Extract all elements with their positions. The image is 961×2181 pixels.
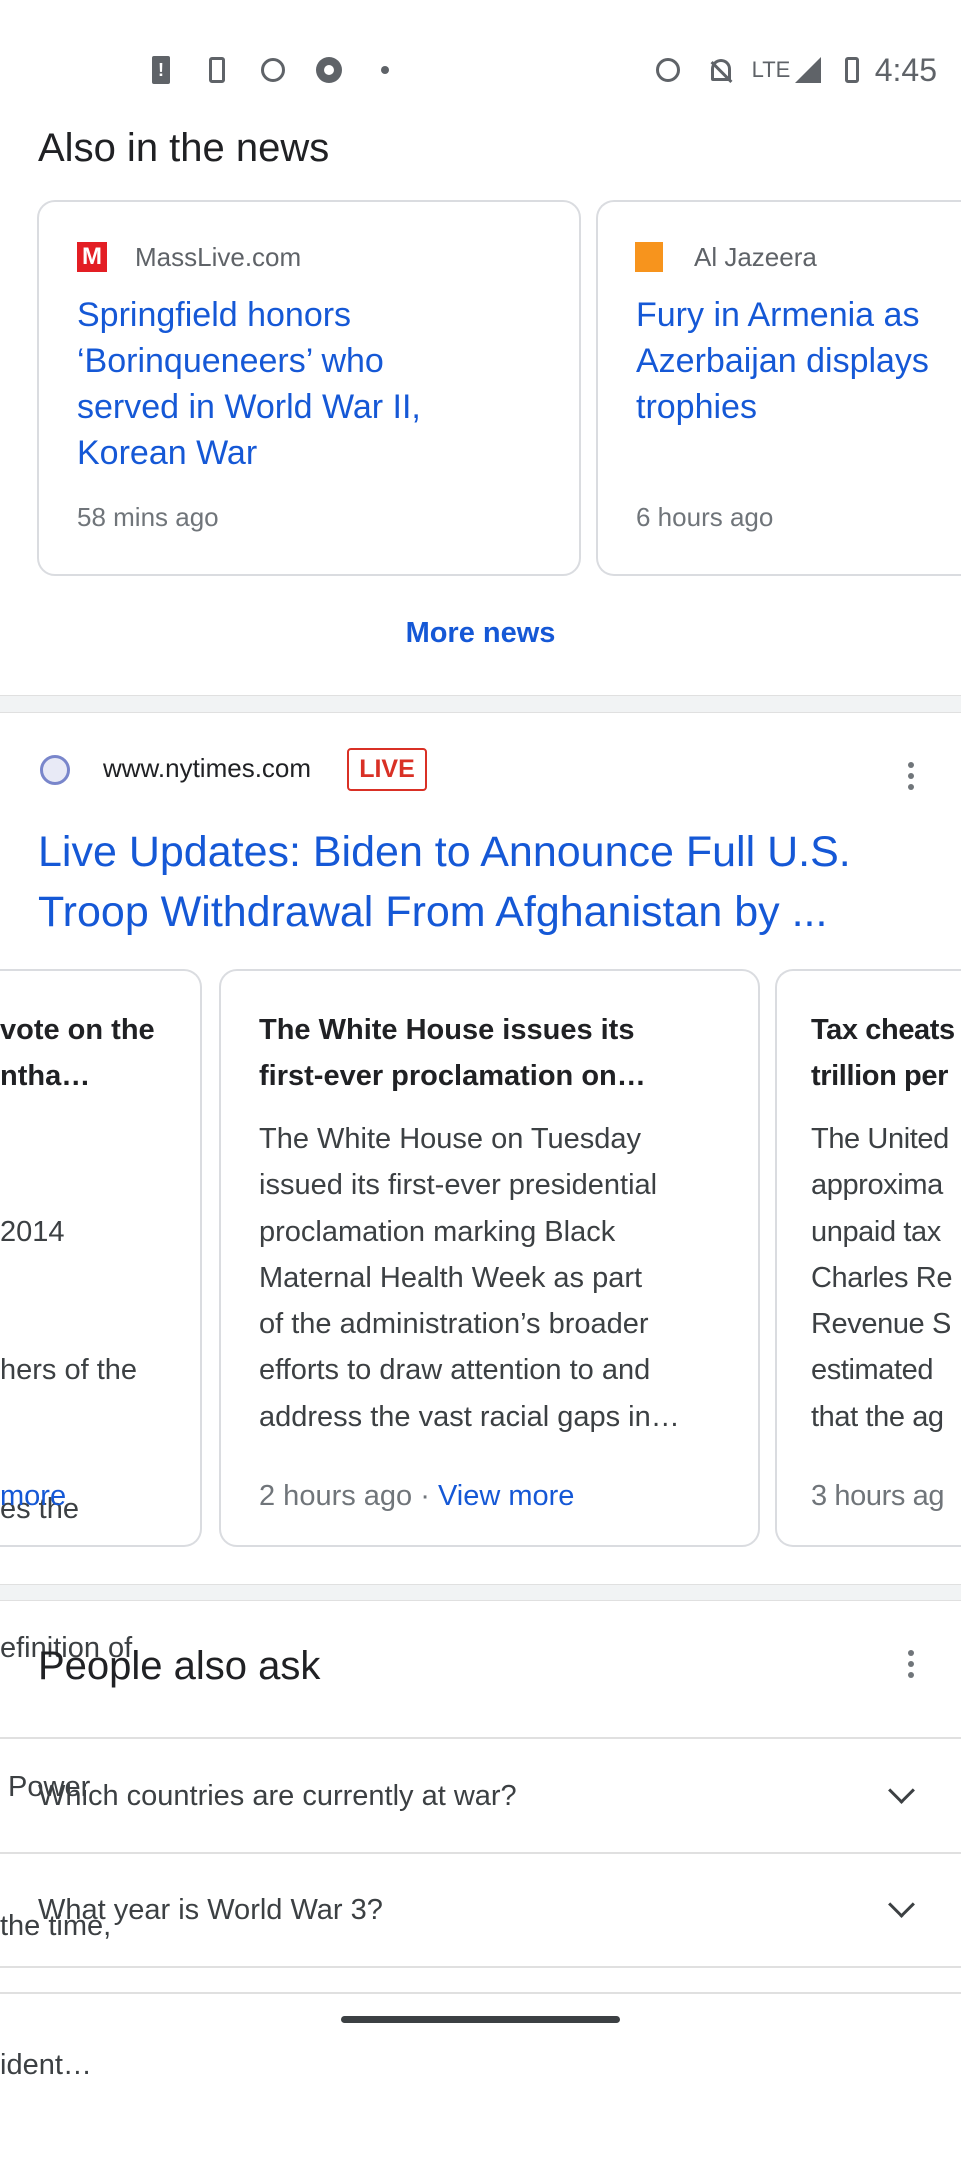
news-card[interactable]: Al Jazeera Fury in Armenia as Azerbaijan… bbox=[596, 200, 961, 576]
snippet-line: efforts to draw attention to and bbox=[259, 1354, 651, 1387]
title-line: ntha… bbox=[0, 1060, 91, 1092]
news-source: Al Jazeera bbox=[694, 242, 817, 272]
clock: 4:45 bbox=[874, 52, 937, 88]
snippet-line: 2014 bbox=[0, 1215, 65, 1248]
chrome-icon bbox=[314, 56, 344, 84]
story-card[interactable]: The White House issues its first-ever pr… bbox=[219, 969, 760, 1547]
alarm-icon bbox=[653, 56, 683, 84]
news-title[interactable]: Fury in Armenia as Azerbaijan displays t… bbox=[636, 292, 929, 430]
people-also-ask-title: People also ask bbox=[38, 1644, 321, 1688]
story-time: 2 hours ago bbox=[259, 1480, 413, 1512]
view-more-link[interactable]: View more bbox=[438, 1480, 574, 1512]
alarm-icon bbox=[258, 56, 288, 84]
snippet-line: Revenue S bbox=[811, 1308, 951, 1341]
snippet-line: proclamation marking Black bbox=[259, 1215, 616, 1248]
question-item[interactable]: What year is World War 3? bbox=[0, 1854, 961, 1966]
masslive-logo-icon: M bbox=[77, 242, 107, 272]
dot-icon bbox=[380, 56, 390, 84]
question-text: Which countries are currently at war? bbox=[38, 1780, 517, 1812]
title-line: served in World War II, bbox=[77, 388, 421, 426]
snippet-line: address the vast racial gaps in… bbox=[259, 1400, 680, 1433]
snippet-line: approxima bbox=[811, 1169, 943, 1202]
snippet-line: that the ag bbox=[811, 1400, 944, 1433]
snippet-line: Charles Re bbox=[811, 1261, 953, 1294]
phone-sync-icon bbox=[205, 56, 229, 84]
view-more-link[interactable]: more bbox=[0, 1479, 66, 1513]
title-line: trillion per bbox=[811, 1060, 948, 1092]
snippet-line: of the administration’s broader bbox=[259, 1308, 649, 1341]
chevron-down-icon bbox=[888, 1891, 915, 1918]
lte-icon: LTE bbox=[751, 57, 791, 82]
separator: · bbox=[412, 1480, 438, 1512]
story-title: Tax cheats trillion per bbox=[811, 1007, 955, 1099]
title-line: ‘Borinqueneers’ who bbox=[77, 342, 384, 380]
al-jazeera-logo-icon bbox=[635, 242, 663, 272]
chevron-down-icon bbox=[888, 1777, 915, 1804]
signal-icon bbox=[794, 56, 822, 84]
title-line: Korean War bbox=[77, 434, 258, 472]
story-time: 3 hours ag bbox=[811, 1480, 945, 1512]
title-line: Springfield honors bbox=[77, 296, 352, 334]
title-line: Azerbaijan displays bbox=[636, 342, 929, 380]
title-line: trophies bbox=[636, 388, 757, 426]
news-title[interactable]: Springfield honors ‘Borinqueneers’ who s… bbox=[77, 292, 421, 476]
snippet-line: unpaid tax bbox=[811, 1215, 941, 1248]
title-line: The White House issues its bbox=[259, 1014, 635, 1046]
news-card[interactable]: M MassLive.com Springfield honors ‘Borin… bbox=[37, 200, 581, 576]
headline-line: Troop Withdrawal From Afghanistan by ... bbox=[38, 888, 828, 936]
battery-alert-icon: ! bbox=[150, 56, 172, 84]
snippet-line: hers of the bbox=[0, 1354, 138, 1387]
story-card[interactable]: Tax cheats trillion per The United appro… bbox=[775, 969, 961, 1547]
notifications-off-icon bbox=[706, 56, 736, 84]
title-line: Tax cheats bbox=[811, 1014, 955, 1046]
news-time: 6 hours ago bbox=[636, 502, 774, 532]
snippet-line: estimated bbox=[811, 1354, 934, 1387]
news-source: MassLive.com bbox=[135, 242, 302, 272]
result-headline[interactable]: Live Updates: Biden to Announce Full U.S… bbox=[38, 822, 851, 942]
title-line: vote on the bbox=[0, 1014, 155, 1046]
snippet-line: The United bbox=[811, 1123, 949, 1155]
globe-icon bbox=[40, 755, 70, 785]
story-snippet: The United approxima unpaid tax Charles … bbox=[811, 1116, 952, 1440]
snippet-line: issued its first-ever presidential bbox=[259, 1169, 658, 1202]
question-text: What year is World War 3? bbox=[38, 1894, 383, 1926]
story-title: vote on the ntha… bbox=[0, 1007, 155, 1099]
divider bbox=[0, 1966, 961, 1968]
section-divider bbox=[0, 1584, 961, 1601]
more-options-icon[interactable] bbox=[908, 1650, 914, 1683]
snippet-line: ident… bbox=[0, 2048, 92, 2081]
title-line: first-ever proclamation on… bbox=[259, 1060, 646, 1092]
title-line: Fury in Armenia as bbox=[636, 296, 920, 334]
battery-icon bbox=[842, 56, 862, 84]
more-news-link[interactable]: More news bbox=[0, 616, 961, 650]
also-in-news-title: Also in the news bbox=[38, 126, 330, 170]
divider bbox=[0, 1992, 961, 1994]
snippet-line: Maternal Health Week as part bbox=[259, 1261, 643, 1294]
story-title: The White House issues its first-ever pr… bbox=[259, 1007, 646, 1099]
story-card[interactable]: vote on the ntha… 2014 hers of the es th… bbox=[0, 969, 202, 2081]
site-url[interactable]: www.nytimes.com bbox=[103, 753, 311, 783]
snippet-line: The White House on Tuesday bbox=[259, 1123, 642, 1155]
more-options-icon[interactable] bbox=[908, 762, 914, 795]
section-divider bbox=[0, 695, 961, 713]
headline-line: Live Updates: Biden to Announce Full U.S… bbox=[38, 828, 851, 876]
story-snippet: The White House on Tuesday issued its fi… bbox=[259, 1116, 680, 1440]
question-item[interactable]: Which countries are currently at war? bbox=[0, 1739, 961, 1852]
news-time: 58 mins ago bbox=[77, 502, 219, 532]
story-footer: 2 hours ago · View more bbox=[259, 1479, 574, 1513]
home-indicator[interactable] bbox=[341, 2016, 620, 2023]
live-badge: LIVE bbox=[347, 748, 427, 791]
